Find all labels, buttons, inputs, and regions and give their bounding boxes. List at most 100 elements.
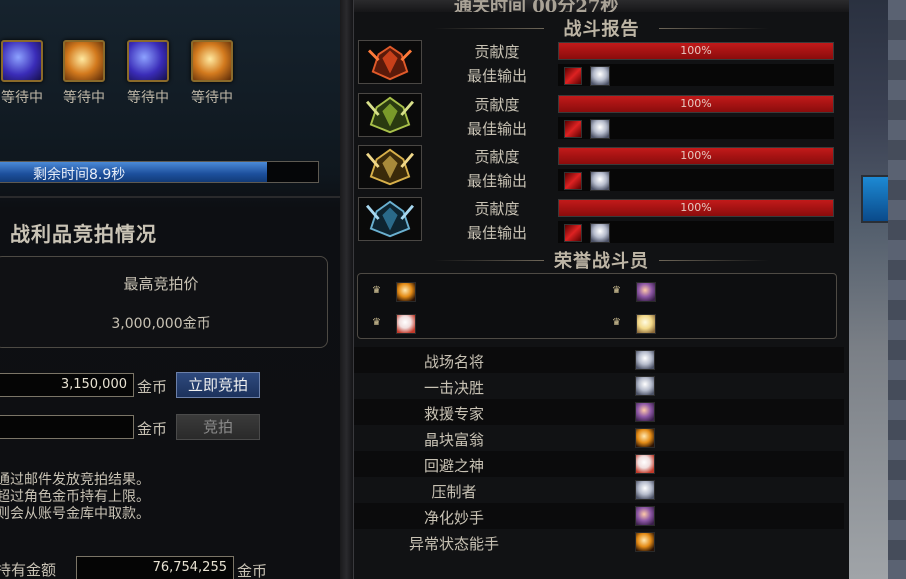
contribution-bar: 100% xyxy=(558,147,834,165)
silver-hair-portrait-icon[interactable] xyxy=(635,350,655,370)
wait-slot-label: 等待中 xyxy=(1,90,43,106)
highest-bid-box: 最高竞拍价 3,000,000金币 xyxy=(0,256,328,348)
silver-hair-portrait-icon xyxy=(590,171,610,191)
remaining-time-text: 剩余时间8.9秒 xyxy=(33,167,126,183)
award-row: 回避之神 xyxy=(354,451,844,477)
balance-value: 76,754,255 xyxy=(76,556,234,579)
gold-unit-label: 金币 xyxy=(137,420,168,438)
orange-portrait-icon[interactable] xyxy=(635,532,655,552)
team-row: 贡献度 最佳输出 100% xyxy=(358,93,842,141)
award-row: 压制者 xyxy=(354,477,844,503)
best-damage-label: 最佳输出 xyxy=(466,172,527,190)
award-label: 净化妙手 xyxy=(423,509,484,527)
orange-portrait-icon[interactable] xyxy=(396,282,416,302)
blonde-portrait-icon[interactable] xyxy=(636,314,656,334)
wait-slot-2: 等待中 xyxy=(60,40,108,107)
purple-portrait-icon[interactable] xyxy=(636,282,656,302)
game-world-background xyxy=(849,0,906,579)
auction-note: 则会从账号金库中取款。 xyxy=(0,506,150,522)
honor-fighter-title: 荣誉战斗员 xyxy=(354,247,849,273)
best-damage-slot xyxy=(558,64,834,86)
silver-hair-portrait-icon xyxy=(590,223,610,243)
award-label: 异常状态能手 xyxy=(408,535,499,553)
best-damage-label: 最佳输出 xyxy=(466,224,527,242)
team-row: 贡献度 最佳输出 100% xyxy=(358,145,842,193)
contribution-value: 100% xyxy=(680,149,712,162)
clear-time-header: 通关时间 00分27秒 xyxy=(354,0,849,12)
bid-amount-input[interactable] xyxy=(0,415,134,439)
wait-slot-label: 等待中 xyxy=(127,90,169,106)
buyout-button[interactable]: 立即竞拍 xyxy=(176,372,260,398)
gold-unit-label: 金币 xyxy=(237,562,268,579)
wait-slot-1: 等待中 xyxy=(0,40,46,107)
divider xyxy=(0,196,340,198)
award-label: 压制者 xyxy=(431,483,477,501)
team-row: 贡献度 最佳输出 100% xyxy=(358,197,842,245)
contribution-value: 100% xyxy=(680,97,712,110)
contribution-value: 100% xyxy=(680,44,712,57)
crown-icon: ♛ xyxy=(612,285,621,296)
award-label: 救援专家 xyxy=(423,405,484,423)
team-row: 贡献度 最佳输出 100% xyxy=(358,40,842,88)
orange-portrait-icon[interactable] xyxy=(635,428,655,448)
best-damage-slot xyxy=(558,221,834,243)
best-damage-label: 最佳输出 xyxy=(466,67,527,85)
highest-bid-label: 最高竞拍价 xyxy=(123,275,199,293)
best-damage-slot xyxy=(558,117,834,139)
contribution-bar: 100% xyxy=(558,199,834,217)
award-label: 战场名将 xyxy=(423,353,484,371)
award-row: 净化妙手 xyxy=(354,503,844,529)
honor-fighter-box: ♛ ♛ ♛ ♛ xyxy=(357,273,837,339)
battle-report-title: 战斗报告 xyxy=(354,15,849,41)
purple-portrait-icon[interactable] xyxy=(635,402,655,422)
best-damage-slot xyxy=(558,169,834,191)
skill-icon-blue xyxy=(127,40,169,82)
crown-icon: ♛ xyxy=(372,317,381,328)
award-label: 回避之神 xyxy=(423,457,484,475)
contribution-label: 贡献度 xyxy=(474,43,520,61)
wait-slot-4: 等待中 xyxy=(188,40,236,107)
weapon-icon xyxy=(564,172,582,190)
battle-report-panel: 通关时间 00分27秒 战斗报告 贡献度 最佳输出 100% 贡献度 最佳输出 xyxy=(353,0,849,579)
world-wall xyxy=(888,0,906,579)
bid-button[interactable]: 竞拍 xyxy=(176,414,260,440)
gold-unit-label: 金币 xyxy=(137,378,168,396)
contribution-label: 贡献度 xyxy=(474,96,520,114)
skill-icon-blue xyxy=(1,40,43,82)
silver-hair-portrait-icon xyxy=(590,119,610,139)
award-row: 战场名将 xyxy=(354,347,844,373)
green-dragon-emblem xyxy=(358,93,422,137)
weapon-icon xyxy=(564,224,582,242)
clear-time-text: 通关时间 00分27秒 xyxy=(454,0,619,12)
award-row: 晶块富翁 xyxy=(354,425,844,451)
highest-bid-value: 3,000,000金币 xyxy=(111,316,211,332)
silver-hair-portrait-icon[interactable] xyxy=(635,480,655,500)
contribution-label: 贡献度 xyxy=(474,200,520,218)
weapon-icon xyxy=(564,120,582,138)
balance-label: 持有金额 xyxy=(0,561,57,579)
purple-portrait-icon[interactable] xyxy=(635,506,655,526)
red-dragon-emblem xyxy=(358,40,422,84)
award-row: 异常状态能手 xyxy=(354,529,844,555)
auction-title: 战利品竞拍情况 xyxy=(10,222,157,246)
contribution-bar: 100% xyxy=(558,42,834,60)
weapon-icon xyxy=(564,67,582,85)
gold-dragon-emblem xyxy=(358,145,422,189)
red-white-portrait-icon[interactable] xyxy=(635,454,655,474)
award-label: 一击决胜 xyxy=(423,379,484,397)
auction-panel: 等待中 等待中 等待中 等待中 剩余时间8.9秒 战利品竞拍情况 最高竞拍价 3… xyxy=(0,0,340,579)
silver-hair-portrait-icon xyxy=(590,66,610,86)
contribution-value: 100% xyxy=(680,201,712,214)
award-label: 晶块富翁 xyxy=(423,431,484,449)
contribution-label: 贡献度 xyxy=(474,148,520,166)
skill-icon-gold xyxy=(191,40,233,82)
award-row: 一击决胜 xyxy=(354,373,844,399)
wait-slot-label: 等待中 xyxy=(63,90,105,106)
remaining-time-bar: 剩余时间8.9秒 xyxy=(0,161,319,183)
crown-icon: ♛ xyxy=(372,285,381,296)
silver-hair-portrait-icon[interactable] xyxy=(635,376,655,396)
red-white-portrait-icon[interactable] xyxy=(396,314,416,334)
panel-divider xyxy=(340,0,353,579)
wait-slot-3: 等待中 xyxy=(124,40,172,107)
crown-icon: ♛ xyxy=(612,317,621,328)
